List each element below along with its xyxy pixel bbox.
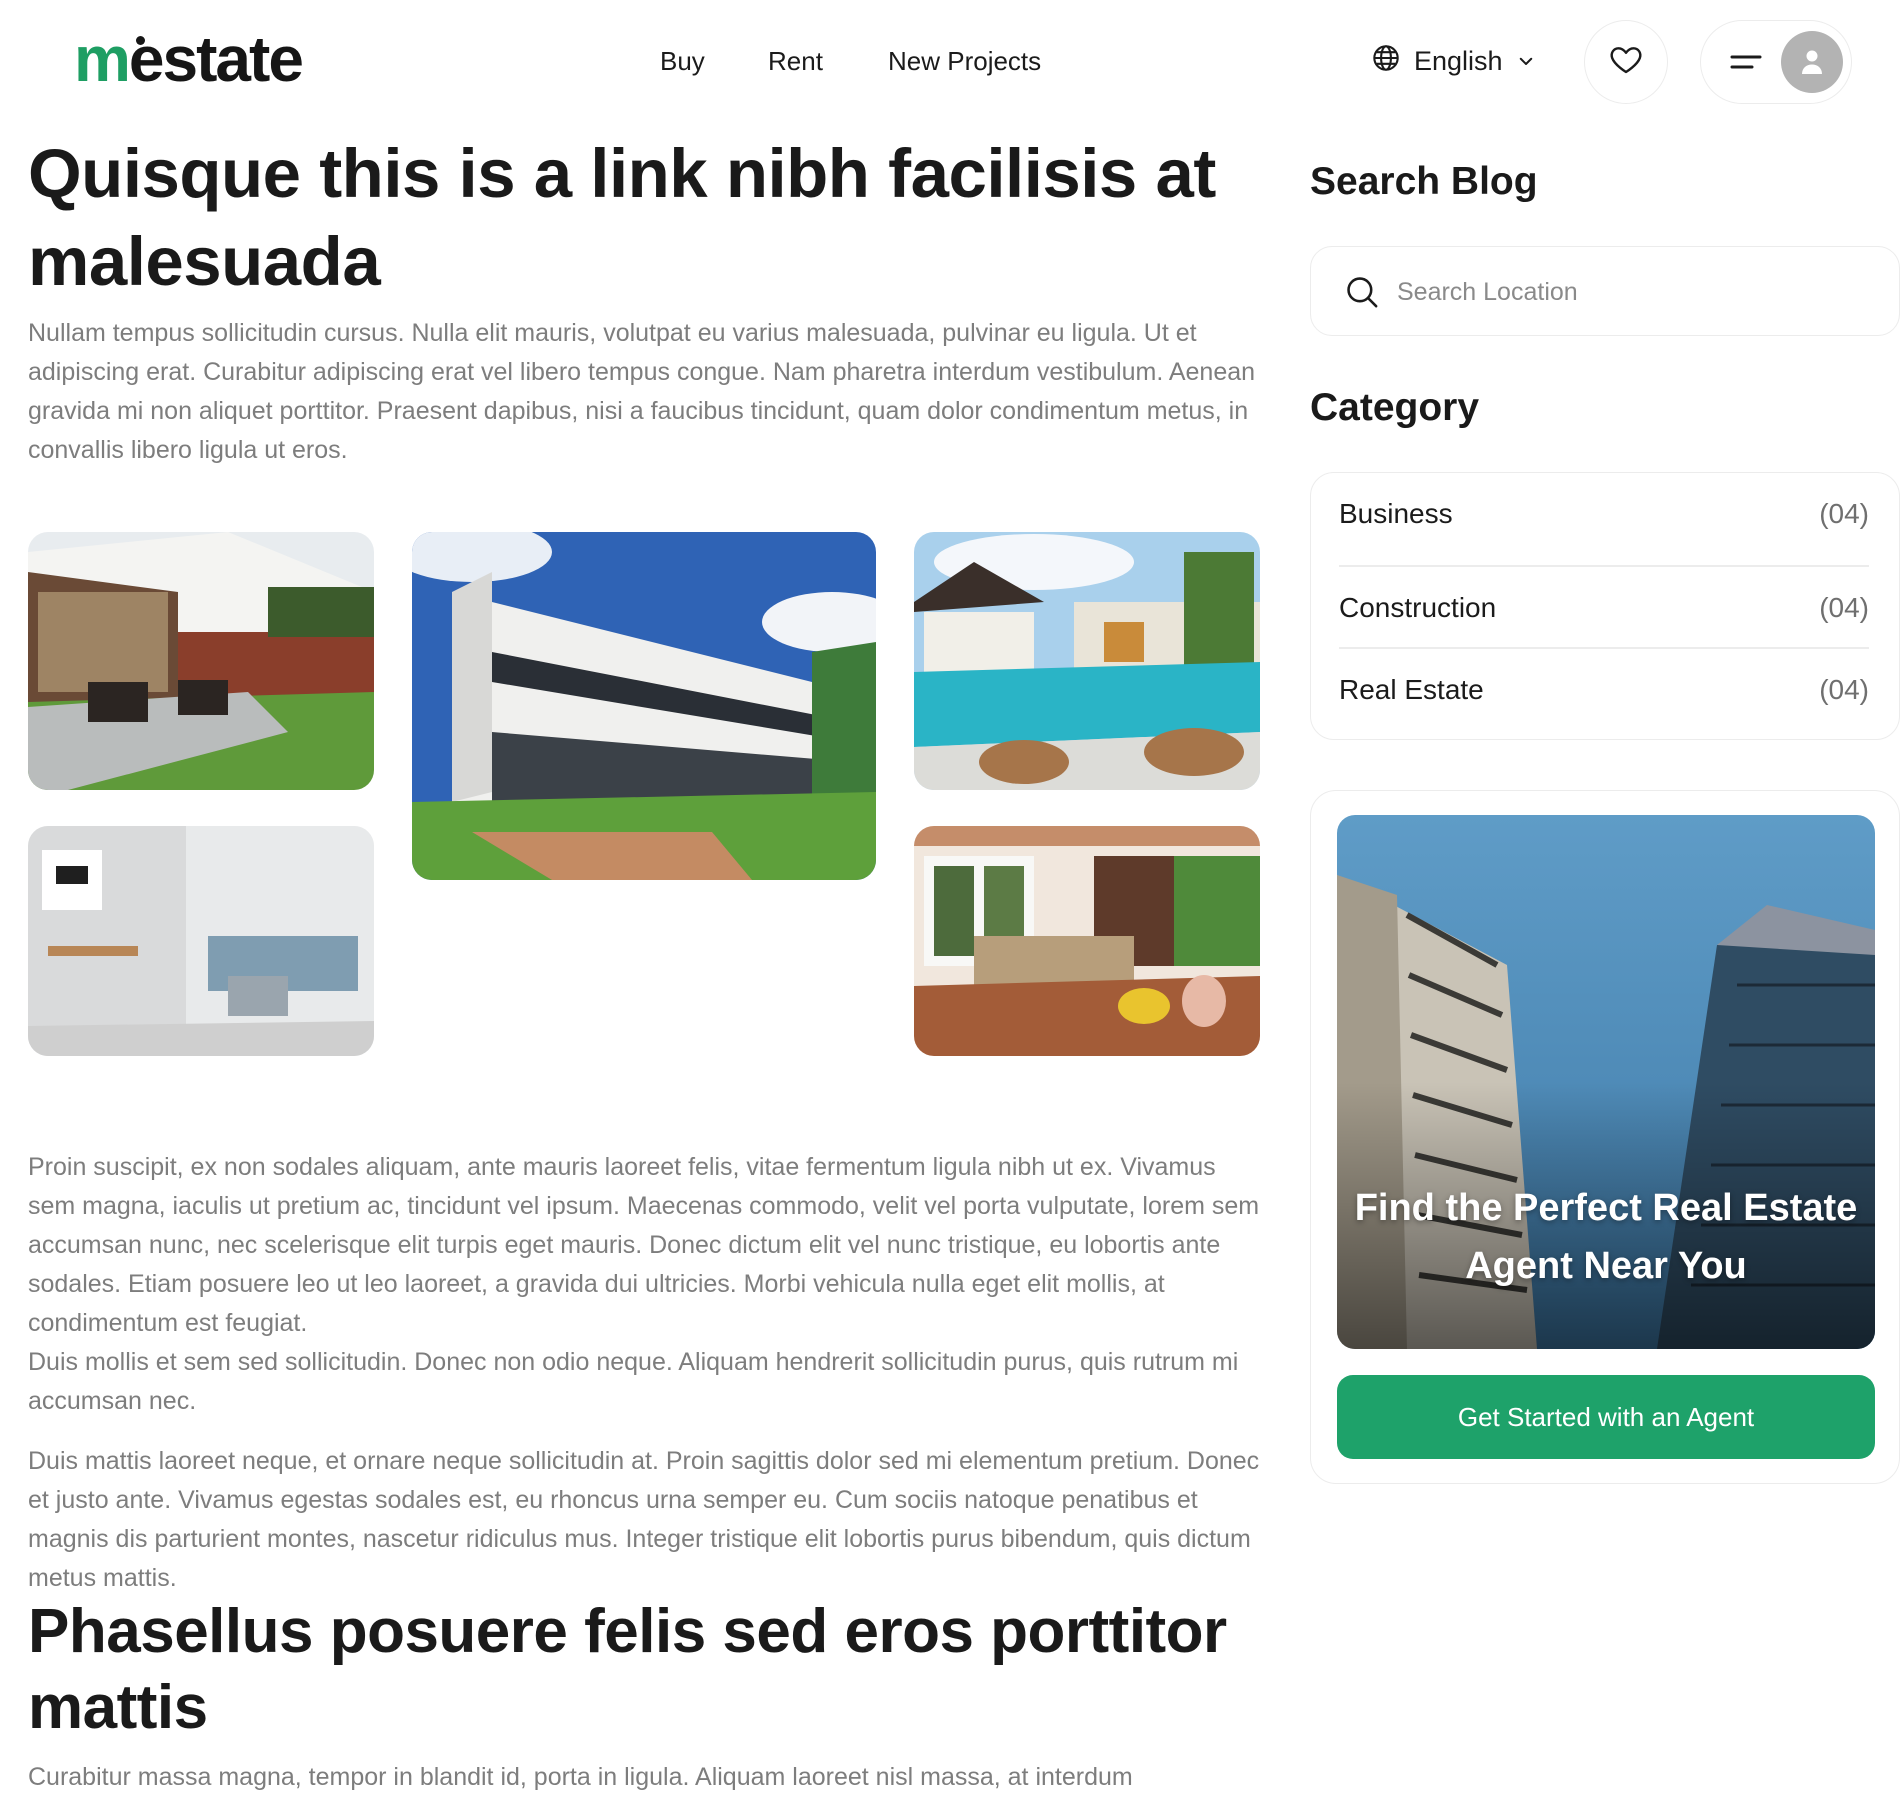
heart-icon — [1608, 42, 1644, 83]
category-title: Category — [1310, 386, 1480, 429]
paragraph-2b: Duis mollis et sem sed sollicitudin. Don… — [28, 1348, 1239, 1415]
article-subtitle: Phasellus posuere felis sed eros porttit… — [28, 1597, 1227, 1742]
gallery-photo-living-room[interactable] — [28, 826, 374, 1056]
search-blog-title: Search Blog — [1310, 160, 1538, 203]
avatar — [1781, 31, 1843, 93]
category-list: Business (04) Construction (04) Real Est… — [1310, 472, 1900, 740]
gallery-photo-pool[interactable] — [914, 532, 1260, 790]
category-count: (04) — [1819, 674, 1869, 705]
category-name: Construction — [1339, 592, 1497, 623]
globe-icon — [1372, 44, 1400, 79]
logo[interactable]: mestate — [74, 22, 304, 96]
menu-icon — [1729, 49, 1763, 80]
language-selector[interactable]: English — [1372, 44, 1535, 79]
nav-rent[interactable]: Rent — [768, 46, 823, 77]
category-count: (04) — [1819, 592, 1869, 623]
category-item-real-estate[interactable]: Real Estate (04) — [1339, 649, 1869, 731]
chevron-down-icon — [1517, 46, 1535, 77]
search-icon — [1345, 275, 1379, 314]
nav-new-projects[interactable]: New Projects — [888, 46, 1041, 77]
paragraph-2: Proin suscipit, ex non sodales aliquam, … — [28, 1153, 1260, 1337]
paragraph-4: Curabitur massa magna, tempor in blandit… — [28, 1763, 1133, 1791]
promo-image-skyscrapers: Find the Perfect Real Estate Agent Near … — [1337, 815, 1875, 1349]
gallery-photo-patio[interactable] — [28, 532, 374, 790]
article-intro: Nullam tempus sollicitudin cursus. Nulla… — [28, 319, 1256, 464]
category-count: (04) — [1819, 498, 1869, 529]
gallery-photo-modern-house[interactable] — [412, 532, 876, 880]
category-name: Real Estate — [1339, 674, 1484, 705]
category-item-business[interactable]: Business (04) — [1339, 473, 1869, 555]
nav-buy[interactable]: Buy — [660, 46, 705, 77]
article-title: Quisque this is a link nibh facilisis at… — [28, 135, 1216, 300]
site-header: mestate Buy Rent New Projects English — [0, 0, 1900, 124]
search-box — [1310, 246, 1900, 336]
get-started-agent-button[interactable]: Get Started with an Agent — [1337, 1375, 1875, 1459]
category-name: Business — [1339, 498, 1453, 529]
logo-initial: m — [74, 23, 131, 95]
gallery-photo-terrace[interactable] — [914, 826, 1260, 1056]
user-menu-button[interactable] — [1700, 20, 1852, 104]
promo-headline: Find the Perfect Real Estate Agent Near … — [1354, 1187, 1858, 1287]
logo-dot — [136, 36, 145, 45]
paragraph-3: Duis mattis laoreet neque, et ornare neq… — [28, 1447, 1260, 1592]
search-input[interactable] — [1397, 269, 1877, 315]
article-body-1: Proin suscipit, ex non sodales aliquam, … — [28, 1148, 1268, 1421]
logo-text: estate — [128, 23, 304, 95]
favorites-button[interactable] — [1584, 20, 1668, 104]
agent-promo-card: Find the Perfect Real Estate Agent Near … — [1310, 790, 1900, 1484]
category-item-construction[interactable]: Construction (04) — [1339, 567, 1869, 649]
language-label: English — [1414, 46, 1503, 76]
